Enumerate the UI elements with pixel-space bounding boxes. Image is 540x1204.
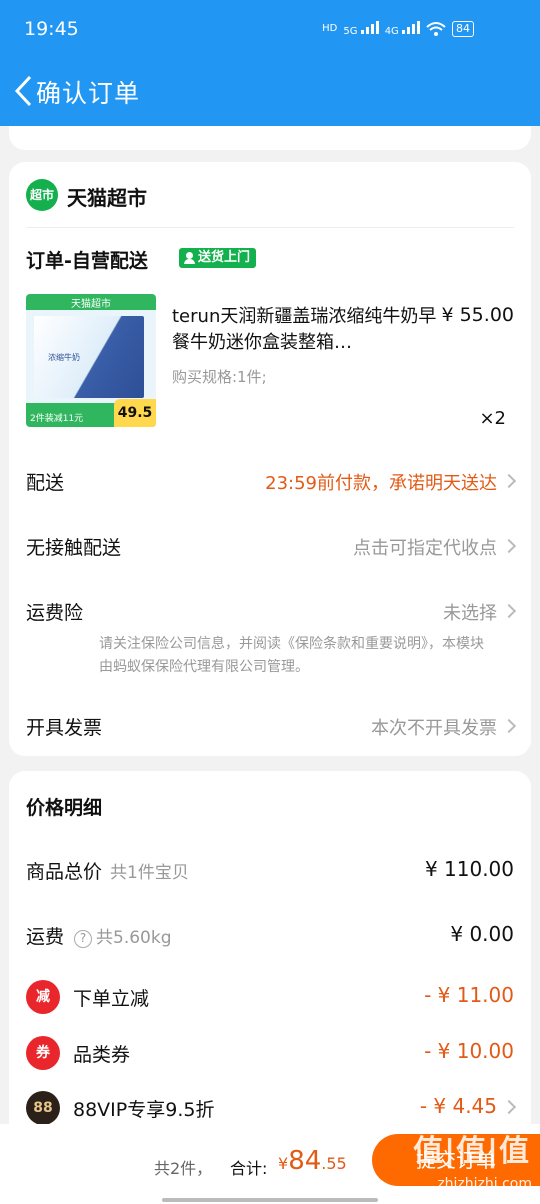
hd-icon: HD	[322, 23, 338, 34]
product-quantity: ×2	[479, 408, 506, 429]
insurance-value[interactable]: 未选择	[443, 599, 497, 625]
app-header: 确认订单	[0, 60, 540, 124]
status-bar: 19:45 HD 5G 4G 84	[0, 0, 540, 60]
delivery-label: 配送	[26, 472, 65, 494]
shop-logo: 超市	[26, 179, 58, 211]
vip-88-icon: 88	[26, 1091, 60, 1125]
invoice-label: 开具发票	[26, 717, 103, 739]
4g-signal-icon: 4G	[385, 20, 420, 37]
invoice-value[interactable]: 本次不开具发票	[371, 714, 497, 740]
order-discount-value: - ¥ 11.00	[424, 983, 514, 1007]
back-arrow-icon[interactable]	[12, 74, 36, 108]
item-count: 共2件，	[154, 1159, 213, 1178]
coupon-icon: 券	[26, 1036, 60, 1070]
delivery-badge-label: 送货上门	[198, 250, 251, 265]
home-indicator[interactable]	[162, 1198, 378, 1202]
price-detail-title: 价格明细	[26, 797, 103, 819]
shipping-label: 运费? 共5.60kg	[26, 926, 172, 948]
status-time: 19:45	[24, 18, 79, 40]
chevron-right-icon[interactable]	[501, 473, 517, 489]
person-icon	[183, 251, 196, 265]
shipping-weight: 共5.60kg	[96, 928, 172, 948]
product-box-art: 浓缩牛奶	[34, 316, 144, 398]
order-discount-label: 下单立减	[73, 988, 150, 1010]
chevron-right-icon[interactable]	[501, 718, 517, 734]
goods-total-label: 商品总价 共1件宝贝	[26, 861, 189, 883]
delivery-value[interactable]: 23:59前付款，承诺明天送达	[265, 469, 497, 495]
chevron-right-icon[interactable]	[501, 538, 517, 554]
chevron-right-icon[interactable]	[501, 1099, 517, 1115]
vip-discount-label: 88VIP专享9.5折	[73, 1099, 215, 1121]
product-image-store-tag: 天猫超市	[71, 299, 111, 310]
watermark: 值|值|值	[413, 1134, 530, 1169]
goods-count: 共1件宝贝	[110, 863, 189, 883]
total-label: 合计:	[230, 1159, 268, 1178]
5g-signal-icon: 5G	[343, 20, 379, 37]
watermark-url: zhizhizhi.com	[437, 1176, 532, 1192]
status-icons: HD 5G 4G 84	[322, 20, 474, 37]
product-image-promo: 2件装减11元	[30, 414, 84, 424]
discount-icon: 减	[26, 980, 60, 1014]
address-card-bottom	[9, 126, 531, 150]
order-type: 订单-自营配送	[26, 250, 148, 272]
order-content[interactable]: 超市 天猫超市 订单-自营配送 送货上门 天猫超市 浓缩牛奶 2件装减11元 4…	[0, 126, 540, 1204]
product-image-price: 49.5	[114, 399, 156, 427]
insurance-label: 运费险	[26, 602, 84, 624]
product-image[interactable]: 天猫超市 浓缩牛奶 2件装减11元 49.5	[26, 294, 156, 427]
help-icon[interactable]: ?	[74, 930, 93, 948]
shipping-value: ¥ 0.00	[450, 922, 514, 946]
product-title[interactable]: terun天润新疆盖瑞浓缩纯牛奶早餐牛奶迷你盒装整箱…	[172, 304, 440, 356]
order-card: 超市 天猫超市 订单-自营配送 送货上门 天猫超市 浓缩牛奶 2件装减11元 4…	[9, 162, 531, 756]
delivery-badge: 送货上门	[179, 248, 257, 268]
shop-name[interactable]: 天猫超市	[67, 182, 147, 211]
goods-total-value: ¥ 110.00	[424, 857, 514, 881]
category-coupon-value: - ¥ 10.00	[424, 1039, 514, 1063]
product-price: ¥ 55.00	[441, 304, 514, 326]
category-coupon-label: 品类券	[73, 1044, 131, 1066]
chevron-right-icon[interactable]	[501, 603, 517, 619]
contactless-label: 无接触配送	[26, 537, 122, 559]
total-amount: ¥84.55	[278, 1146, 347, 1176]
battery-icon: 84	[452, 20, 474, 37]
insurance-notice: 请关注保险公司信息，并阅读《保险条款和重要说明》，本模块由蚂蚁保保险代理有限公司…	[99, 636, 484, 675]
page-title: 确认订单	[36, 79, 141, 108]
vip-discount-value: - ¥ 4.45	[419, 1094, 497, 1118]
product-spec: 购买规格:1件;	[172, 368, 267, 386]
divider	[26, 227, 514, 228]
wifi-icon	[426, 21, 446, 36]
contactless-value[interactable]: 点击可指定代收点	[353, 534, 497, 560]
